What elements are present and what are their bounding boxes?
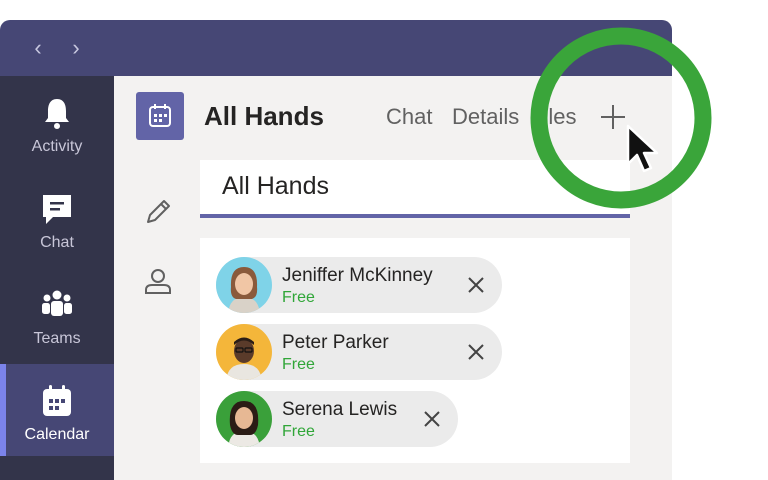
plus-icon[interactable] xyxy=(598,102,628,132)
tab-files[interactable]: Files xyxy=(530,104,576,130)
tab-details[interactable]: Details xyxy=(452,104,519,130)
page-title: All Hands xyxy=(204,101,324,131)
chat-icon xyxy=(43,195,71,224)
attendee-status: Free xyxy=(282,423,315,440)
title-input-value: All Hands xyxy=(222,172,329,200)
person-icon xyxy=(145,269,171,294)
attendees-box: Jeniffer McKinney Free Peter Parker Free… xyxy=(200,238,630,463)
calendar-icon xyxy=(149,104,171,127)
avatar xyxy=(216,257,272,313)
avatar xyxy=(216,324,272,380)
tab-chat[interactable]: Chat xyxy=(386,104,432,130)
attendee-chip[interactable]: Peter Parker Free xyxy=(216,324,502,380)
close-icon[interactable] xyxy=(464,273,488,297)
attendee-name: Peter Parker xyxy=(282,332,389,353)
rail-item-teams[interactable]: Teams xyxy=(0,268,114,360)
title-bar: ‹ › xyxy=(0,20,672,76)
chevron-left-icon[interactable]: ‹ xyxy=(26,36,50,60)
close-icon[interactable] xyxy=(464,340,488,364)
pencil-icon xyxy=(147,200,170,223)
chevron-right-icon[interactable]: › xyxy=(64,36,88,60)
app-rail: Activity Chat Teams Calendar xyxy=(0,76,114,480)
attendee-status: Free xyxy=(282,356,315,373)
attendee-chip[interactable]: Serena Lewis Free xyxy=(216,391,458,447)
attendee-chip[interactable]: Jeniffer McKinney Free xyxy=(216,257,502,313)
rail-item-chat[interactable]: Chat xyxy=(0,172,114,264)
attendee-name: Jeniffer McKinney xyxy=(282,265,433,286)
rail-item-activity[interactable]: Activity xyxy=(0,76,114,168)
rail-item-label: Teams xyxy=(33,330,81,347)
avatar xyxy=(216,391,272,447)
rail-item-calendar[interactable]: Calendar xyxy=(0,364,114,456)
rail-item-label: Chat xyxy=(40,234,74,251)
rail-item-label: Calendar xyxy=(24,426,90,443)
teams-icon xyxy=(42,290,72,316)
calendar-icon xyxy=(43,385,71,416)
attendee-name: Serena Lewis xyxy=(282,399,398,420)
title-field[interactable]: All Hands xyxy=(200,160,630,218)
bell-icon xyxy=(45,99,69,129)
rail-item-label: Activity xyxy=(31,138,83,155)
attendee-status: Free xyxy=(282,289,315,306)
meeting-panel: All Hands Chat Details Files All Hands J… xyxy=(114,76,672,480)
meeting-calendar-tile xyxy=(136,92,184,140)
close-icon[interactable] xyxy=(420,407,444,431)
teams-window: ‹ › Activity Chat Teams Calendar All Han… xyxy=(0,20,672,480)
